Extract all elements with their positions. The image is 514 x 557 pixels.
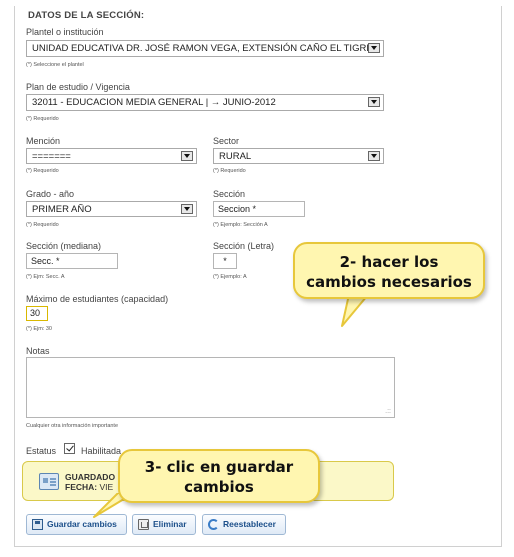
mencion-hint: (*) Requerido bbox=[26, 168, 59, 174]
grado-label: Grado - año bbox=[26, 189, 75, 199]
reset-button[interactable]: Reestablecer bbox=[202, 514, 286, 535]
callout-step-2-line1: 2- hacer los bbox=[339, 253, 439, 271]
alert-text: GUARDADO FECHA: VIE bbox=[65, 472, 115, 492]
notas-hint: Cualquier otra información importante bbox=[26, 423, 119, 429]
alert-date-value: VIE bbox=[99, 482, 114, 492]
id-card-icon bbox=[39, 473, 59, 490]
sector-select[interactable]: RURAL bbox=[213, 148, 384, 164]
chevron-down-icon[interactable] bbox=[181, 151, 193, 161]
grado-hint: (*) Requerido bbox=[26, 222, 59, 228]
delete-button[interactable]: Eliminar bbox=[132, 514, 196, 535]
sector-value: RURAL bbox=[219, 151, 252, 162]
plan-label: Plan de estudio / Vigencia bbox=[26, 82, 130, 92]
notas-label: Notas bbox=[26, 346, 50, 356]
mencion-select[interactable]: ======= bbox=[26, 148, 197, 164]
callout-step-3-line1: 3- clic en guardar bbox=[144, 458, 294, 476]
mencion-label: Mención bbox=[26, 136, 61, 146]
capacidad-label: Máximo de estudiantes (capacidad) bbox=[26, 294, 169, 304]
grado-value: PRIMER AÑO bbox=[32, 204, 92, 215]
estatus-label: Estatus bbox=[26, 446, 57, 456]
seccion-mediana-label: Sección (mediana) bbox=[26, 241, 102, 251]
notas-textarea[interactable]: .:: bbox=[26, 357, 395, 418]
seccion-letra-input[interactable]: * bbox=[213, 253, 237, 269]
resize-handle-icon[interactable]: .:: bbox=[385, 408, 391, 415]
seccion-letra-hint: (*) Ejemplo: A bbox=[213, 274, 247, 280]
capacidad-hint: (*) Ejm: 30 bbox=[26, 326, 52, 332]
refresh-icon bbox=[208, 519, 219, 530]
callout-step-2-line2: cambios necesarios bbox=[306, 273, 472, 291]
chevron-down-icon[interactable] bbox=[368, 97, 380, 107]
seccion-letra-label: Sección (Letra) bbox=[213, 241, 275, 251]
trash-icon bbox=[138, 519, 149, 530]
estatus-check-label: Habilitada bbox=[81, 446, 122, 456]
plan-select[interactable]: 32011 - EDUCACION MEDIA GENERAL | → JUNI… bbox=[26, 94, 384, 111]
callout-step-2: 2- hacer los cambios necesarios bbox=[293, 242, 485, 299]
grado-select[interactable]: PRIMER AÑO bbox=[26, 201, 197, 217]
mencion-value: ======= bbox=[32, 151, 71, 162]
plantel-label: Plantel o institución bbox=[26, 27, 104, 37]
section-title: DATOS DE LA SECCIÓN: bbox=[28, 10, 145, 21]
seccion-input[interactable]: Seccion * bbox=[213, 201, 305, 217]
callout-step-3-line2: cambios bbox=[184, 478, 254, 496]
plantel-hint: (*) Seleccione el plantel bbox=[26, 62, 84, 68]
delete-button-label: Eliminar bbox=[153, 519, 187, 529]
seccion-label: Sección bbox=[213, 189, 246, 199]
capacidad-input[interactable]: 30 bbox=[26, 306, 48, 321]
alert-line1: GUARDADO bbox=[65, 472, 116, 482]
seccion-mediana-input[interactable]: Secc. * bbox=[26, 253, 118, 269]
alert-line2: FECHA: VIE bbox=[65, 482, 115, 492]
sector-hint: (*) Requerido bbox=[213, 168, 246, 174]
plantel-select[interactable]: UNIDAD EDUCATIVA DR. JOSÉ RAMON VEGA, EX… bbox=[26, 40, 384, 57]
chevron-down-icon[interactable] bbox=[368, 151, 380, 161]
alert-date-label: FECHA: bbox=[65, 482, 98, 492]
sector-label: Sector bbox=[213, 136, 240, 146]
floppy-disk-icon bbox=[32, 519, 43, 530]
plantel-value: UNIDAD EDUCATIVA DR. JOSÉ RAMON VEGA, EX… bbox=[32, 43, 373, 54]
reset-button-label: Reestablecer bbox=[223, 519, 276, 529]
chevron-down-icon[interactable] bbox=[181, 204, 193, 214]
seccion-mediana-hint: (*) Ejm: Secc. A bbox=[26, 274, 65, 280]
callout-step-3: 3- clic en guardar cambios bbox=[118, 449, 320, 503]
plan-hint: (*) Requerido bbox=[26, 116, 59, 122]
seccion-hint: (*) Ejemplo: Sección A bbox=[213, 222, 268, 228]
chevron-down-icon[interactable] bbox=[368, 43, 380, 53]
estatus-checkbox[interactable] bbox=[64, 443, 75, 454]
plan-value: 32011 - EDUCACION MEDIA GENERAL | → JUNI… bbox=[32, 97, 276, 108]
